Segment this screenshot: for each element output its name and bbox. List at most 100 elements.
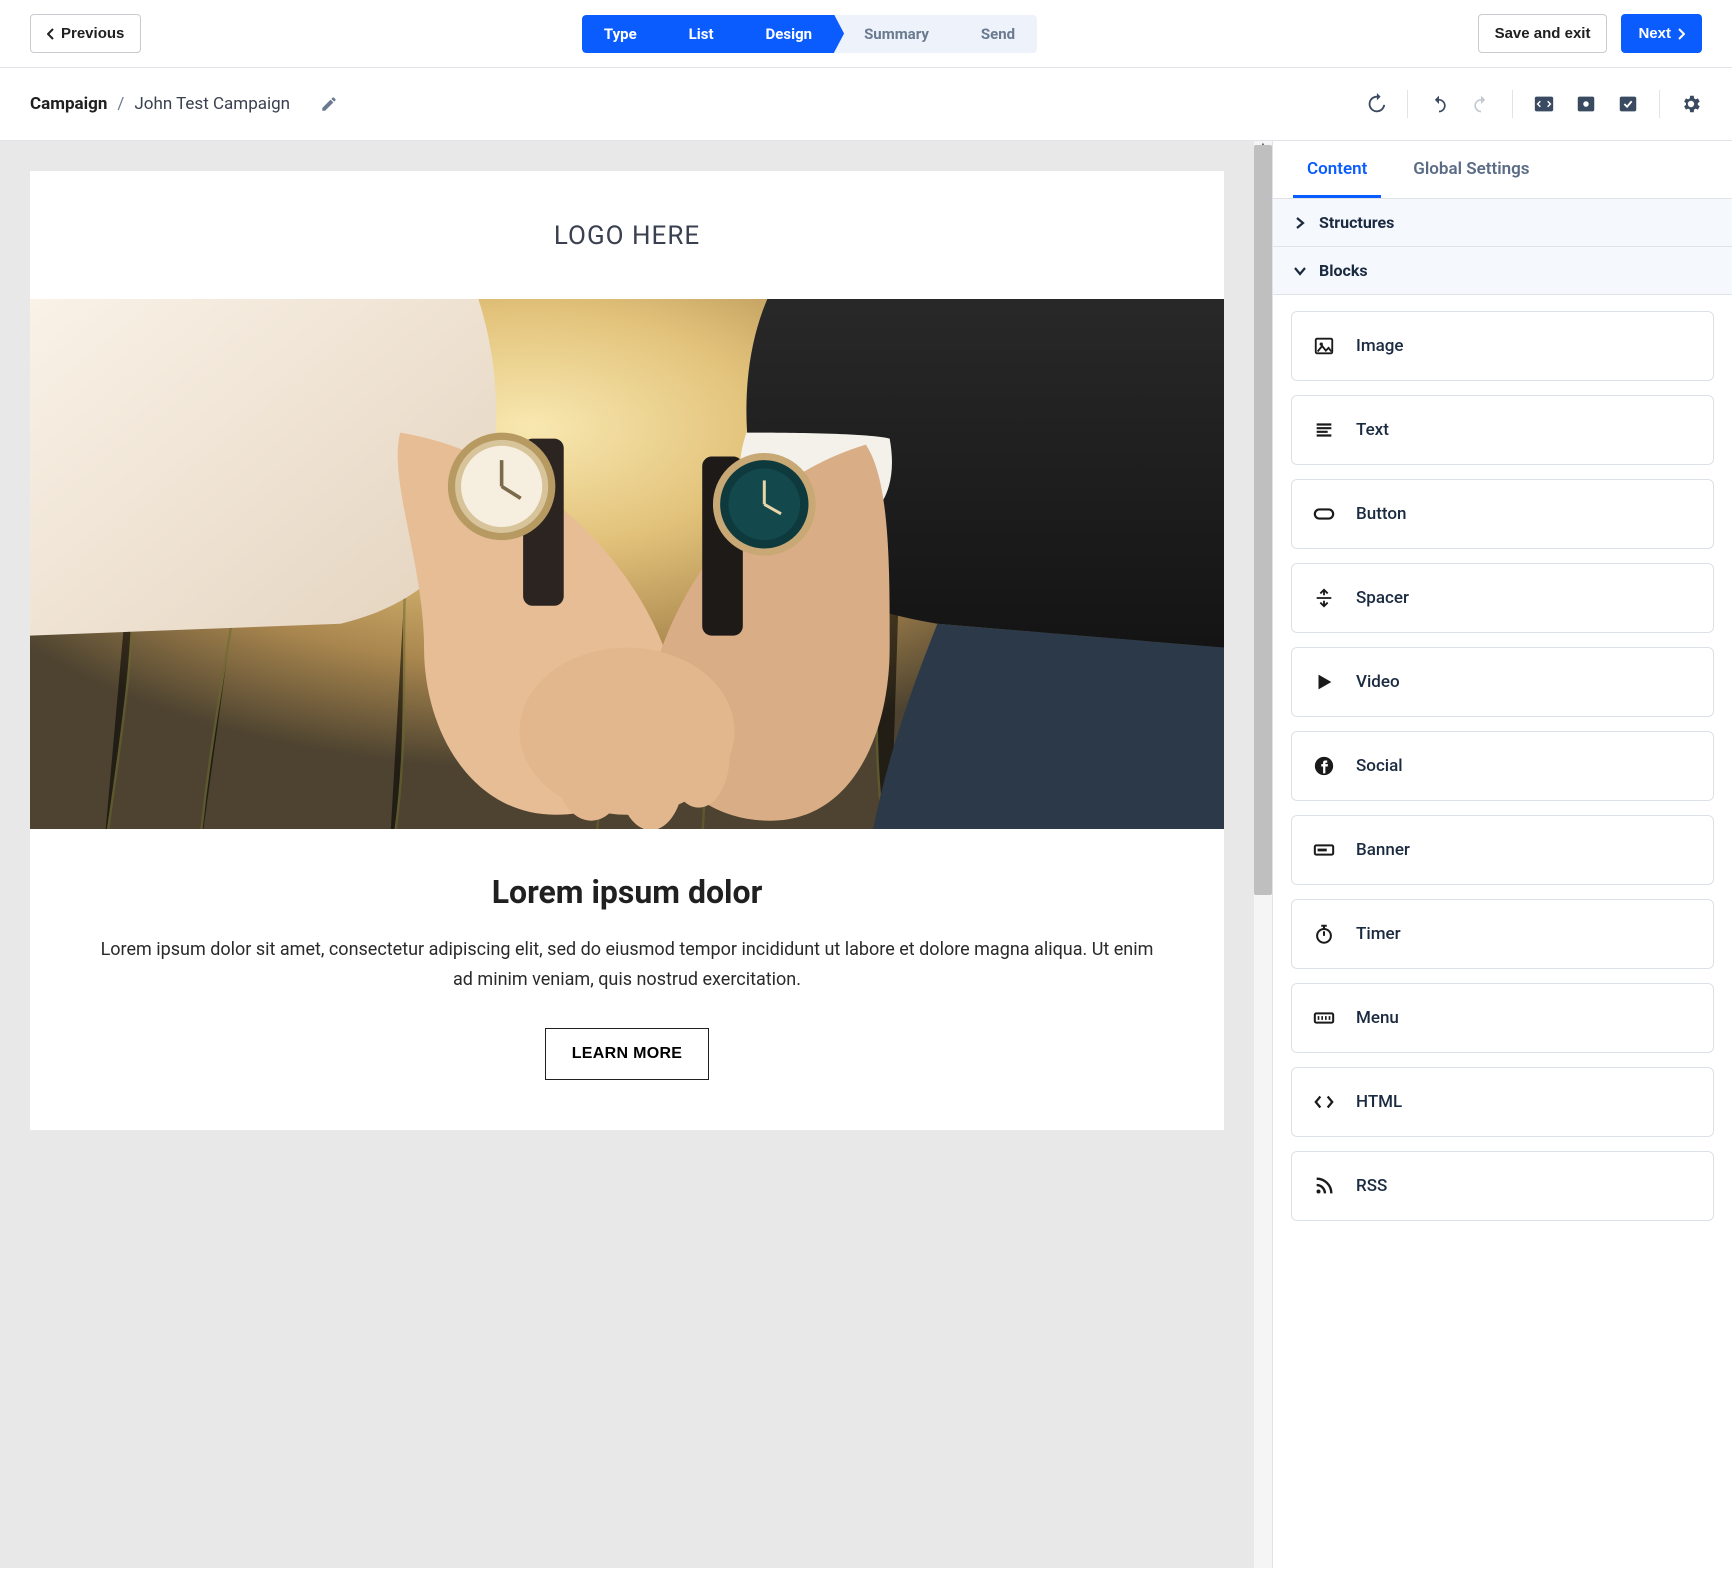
- block-label: Timer: [1356, 924, 1401, 944]
- next-label: Next: [1638, 25, 1671, 42]
- block-button[interactable]: Button: [1291, 479, 1714, 549]
- breadcrumb-root: Campaign: [30, 94, 107, 114]
- tab-global-label: Global Settings: [1413, 159, 1529, 179]
- code-view-button[interactable]: [1533, 93, 1555, 115]
- learn-more-label: LEARN MORE: [572, 1045, 683, 1062]
- scroll-thumb[interactable]: [1254, 145, 1272, 895]
- menu-icon: [1312, 1006, 1336, 1030]
- save-exit-label: Save and exit: [1495, 25, 1591, 42]
- chevron-right-icon: [1293, 216, 1307, 230]
- banner-icon: [1312, 838, 1336, 862]
- spacer-icon: [1312, 586, 1336, 610]
- preview-button[interactable]: [1575, 93, 1597, 115]
- breadcrumb-name: John Test Campaign: [134, 94, 290, 114]
- block-label: HTML: [1356, 1092, 1402, 1112]
- step-type[interactable]: Type: [582, 15, 659, 53]
- previous-button[interactable]: Previous: [30, 14, 141, 53]
- block-video[interactable]: Video: [1291, 647, 1714, 717]
- breadcrumb-sep: /: [117, 94, 124, 114]
- block-menu[interactable]: Menu: [1291, 983, 1714, 1053]
- previous-label: Previous: [61, 25, 124, 42]
- block-html[interactable]: HTML: [1291, 1067, 1714, 1137]
- learn-more-button[interactable]: LEARN MORE: [545, 1028, 710, 1080]
- block-label: Menu: [1356, 1008, 1399, 1028]
- rss-icon: [1312, 1174, 1336, 1198]
- step-summary-label: Summary: [864, 25, 929, 43]
- undo-button[interactable]: [1428, 93, 1450, 115]
- step-type-label: Type: [604, 25, 637, 43]
- logo-placeholder[interactable]: LOGO HERE: [30, 171, 1224, 299]
- divider: [1512, 90, 1513, 118]
- block-label: Video: [1356, 672, 1400, 692]
- top-bar: Previous Type List Design Summary Send S…: [0, 0, 1732, 68]
- side-panel: Content Global Settings Structures Block…: [1272, 141, 1732, 1568]
- content-title[interactable]: Lorem ipsum dolor: [90, 873, 1164, 911]
- section-blocks-label: Blocks: [1319, 261, 1368, 280]
- block-label: Social: [1356, 756, 1403, 776]
- image-icon: [1312, 334, 1336, 358]
- editor-tools: [1365, 90, 1702, 118]
- block-spacer[interactable]: Spacer: [1291, 563, 1714, 633]
- content-body[interactable]: Lorem ipsum dolor sit amet, consectetur …: [90, 935, 1164, 994]
- gear-icon: [1680, 93, 1702, 115]
- section-structures[interactable]: Structures: [1273, 199, 1732, 247]
- tab-content[interactable]: Content: [1293, 141, 1381, 198]
- step-send-label: Send: [981, 25, 1015, 43]
- chevron-right-icon: [1677, 28, 1685, 40]
- block-label: RSS: [1356, 1176, 1387, 1196]
- wizard-steps: Type List Design Summary Send: [582, 15, 1037, 53]
- step-summary[interactable]: Summary: [834, 15, 951, 53]
- divider: [1407, 90, 1408, 118]
- blocks-list: Image Text Button Spacer Video Social Banner Ti…: [1273, 295, 1732, 1245]
- section-blocks[interactable]: Blocks: [1273, 247, 1732, 295]
- history-icon: [1365, 93, 1387, 115]
- canvas-area[interactable]: ▲ LOGO HERE: [0, 141, 1272, 1568]
- settings-button[interactable]: [1680, 93, 1702, 115]
- save-exit-button[interactable]: Save and exit: [1478, 14, 1608, 53]
- section-structures-label: Structures: [1319, 213, 1394, 232]
- sub-bar: Campaign / John Test Campaign: [0, 68, 1732, 141]
- block-image[interactable]: Image: [1291, 311, 1714, 381]
- step-list[interactable]: List: [659, 15, 736, 53]
- step-list-label: List: [689, 25, 714, 43]
- redo-button[interactable]: [1470, 93, 1492, 115]
- hero-image[interactable]: [30, 299, 1224, 829]
- block-label: Text: [1356, 420, 1389, 440]
- scroll-track[interactable]: ▲: [1254, 141, 1272, 1568]
- undo-icon: [1429, 94, 1449, 114]
- step-design[interactable]: Design: [736, 15, 835, 53]
- test-button[interactable]: [1617, 93, 1639, 115]
- block-label: Image: [1356, 336, 1404, 356]
- button-icon: [1312, 502, 1336, 526]
- timer-icon: [1312, 922, 1336, 946]
- text-icon: [1312, 418, 1336, 442]
- block-label: Button: [1356, 504, 1406, 524]
- block-banner[interactable]: Banner: [1291, 815, 1714, 885]
- step-design-label: Design: [766, 25, 813, 43]
- chevron-left-icon: [47, 28, 55, 40]
- chevron-down-icon: [1293, 264, 1307, 278]
- block-rss[interactable]: RSS: [1291, 1151, 1714, 1221]
- block-social[interactable]: Social: [1291, 731, 1714, 801]
- check-box-icon: [1617, 93, 1639, 115]
- redo-icon: [1471, 94, 1491, 114]
- step-send[interactable]: Send: [951, 15, 1037, 53]
- code-icon: [1533, 93, 1555, 115]
- workspace: ▲ LOGO HERE: [0, 141, 1732, 1568]
- top-actions: Save and exit Next: [1478, 14, 1702, 53]
- block-text[interactable]: Text: [1291, 395, 1714, 465]
- video-icon: [1312, 670, 1336, 694]
- history-button[interactable]: [1365, 93, 1387, 115]
- tab-content-label: Content: [1307, 159, 1367, 179]
- next-button[interactable]: Next: [1621, 14, 1702, 53]
- block-label: Spacer: [1356, 588, 1409, 608]
- edit-name-button[interactable]: [318, 93, 340, 115]
- hero-illustration: [30, 299, 1224, 829]
- content-section[interactable]: Lorem ipsum dolor Lorem ipsum dolor sit …: [30, 829, 1224, 1130]
- divider: [1659, 90, 1660, 118]
- block-timer[interactable]: Timer: [1291, 899, 1714, 969]
- social-icon: [1312, 754, 1336, 778]
- email-canvas[interactable]: LOGO HERE: [30, 171, 1224, 1130]
- tab-global-settings[interactable]: Global Settings: [1399, 141, 1543, 198]
- breadcrumb: Campaign / John Test Campaign: [30, 93, 340, 115]
